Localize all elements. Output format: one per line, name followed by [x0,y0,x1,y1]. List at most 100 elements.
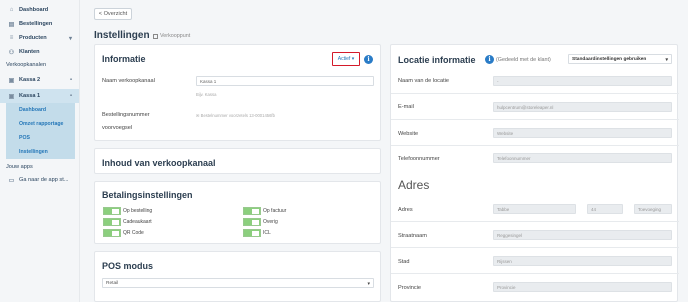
order-prefix-label-1: Bestellingsnummer [102,112,150,118]
website-field[interactable]: Website [493,128,672,138]
main-content: < Overzicht Instellingen Verkooppunt Inf… [80,0,688,302]
sidebar-item-kassa1[interactable]: ▣ Kassa 1 ▪ [0,89,79,103]
lock-icon: ▪ [69,77,72,83]
streetname-input[interactable]: Reggesingel [493,230,672,240]
toggle-label: Overig [263,219,278,225]
users-icon: ⚇ [8,49,15,56]
sidebar-item-label: Producten [19,35,47,41]
toggle-op-bestelling[interactable]: Op bestelling [103,207,152,215]
page-subtitle-text: Verkooppunt [160,33,191,39]
toggle-qr-code[interactable]: QR Code [103,229,144,237]
register-icon: ▣ [8,77,15,84]
inhoud-title: Inhoud van verkoopkanaal [102,158,216,168]
provincie-label: Provincie [398,285,422,291]
status-dropdown[interactable]: Actief ▾ [332,52,360,66]
sidebar-item-label: Ga naar de app st... [19,177,69,183]
locatie-settings-select[interactable]: Standaardinstellingen gebruiken ▾ [568,54,672,64]
toggle-cadeaukaart[interactable]: Cadeaukaart [103,218,152,226]
pos-mode-value: Retail [106,280,119,286]
city-input[interactable]: Rijssen [493,256,672,266]
sidebar-item-bestellingen[interactable]: ▤ Bestellingen [0,17,79,31]
toggle-overig[interactable]: Overig [243,218,278,226]
sidebar-item-label: Klanten [19,49,40,55]
field-label: Telefoonnummer [398,156,440,162]
sidebar-item-dashboard[interactable]: ⌂ Dashboard [0,3,79,17]
checkbox-icon [153,33,158,39]
toggle-switch[interactable] [243,207,261,215]
email-field[interactable]: hulpcentrum@storeleaper.nl [493,102,672,112]
province-input[interactable]: Provincie [493,282,672,292]
location-name-input[interactable]: - [493,76,672,86]
inhoud-card[interactable]: Inhoud van verkoopkanaal [94,148,381,174]
toggle-label: QR Code [123,230,144,236]
toggle-switch[interactable] [103,229,121,237]
divider [391,93,679,94]
name-hint: Bijv. Kassa [196,92,217,97]
field-label: Naam van de locatie [398,78,449,84]
toggle-switch[interactable] [243,229,261,237]
back-button[interactable]: < Overzicht [94,8,132,20]
sidebar-section-apps: Jouw apps [6,164,33,170]
pos-card: POS modus Retail ▾ [94,251,381,302]
stad-label: Stad [398,259,410,265]
addition-input[interactable]: Toevoeging [634,204,672,214]
sidebar: ⌂ Dashboard ▤ Bestellingen ≡ Producten ▾ ⚇ Kl… [0,0,80,302]
locatie-title: Locatie informatie [398,55,476,65]
sidebar-item-label: Bestellingen [19,21,53,27]
toggle-label: Op factuur [263,208,287,214]
sidebar-subitem-dashboard[interactable]: Dashboard [6,103,75,117]
divider [391,273,679,274]
folder-icon: ▭ [8,177,15,184]
adres-label: Adres [398,207,413,213]
pos-mode-select[interactable]: Retail ▾ [102,278,374,288]
locatie-settings-value: Standaardinstellingen gebruiken [572,56,647,62]
home-icon: ⌂ [9,7,14,13]
toggle-switch[interactable] [243,218,261,226]
sidebar-item-label: Kassa 2 [19,77,41,83]
divider [391,247,679,248]
toggle-label: Op bestelling [123,208,153,214]
field-label: Website [398,131,419,137]
page-title: Instellingen [94,30,150,41]
sidebar-subitem-pos[interactable]: POS [6,131,75,145]
locatie-card: Locatie informatie i (Gedeeld met de kla… [390,44,679,302]
name-label: Naam verkoopkanaal [102,78,155,84]
betaling-card: Betalingsinstellingen Op bestelling Op f… [94,181,381,244]
informatie-title: Informatie [102,54,146,64]
page-subtitle: Verkooppunt [153,33,190,39]
sidebar-item-label: Dashboard [19,7,49,13]
sidebar-subitem-instellingen[interactable]: Instellingen [6,145,75,159]
straat-label: Straatnaam [398,233,427,239]
sidebar-item-label: Kassa 1 [19,93,41,99]
divider [391,119,679,120]
adres-title: Adres [398,178,430,192]
toggle-op-factuur[interactable]: Op factuur [243,207,286,215]
phone-field[interactable]: Telefoonnummer [493,153,672,163]
lock-icon: ▪ [69,93,72,99]
order-prefix-label-2: voorvoegsel [102,125,133,131]
list-icon: ▤ [8,21,15,28]
toggle-switch[interactable] [103,218,121,226]
sidebar-item-producten[interactable]: ≡ Producten ▾ [0,31,79,45]
betaling-title: Betalingsinstellingen [102,190,193,200]
street-input[interactable]: Tabbe [493,204,576,214]
toggle-label: ICL [263,230,271,236]
sidebar-subitem-omzet[interactable]: Omzet rapportage [6,117,75,131]
tag-icon: ≡ [9,35,14,41]
sidebar-item-klanten[interactable]: ⚇ Klanten [0,45,79,59]
toggle-switch[interactable] [103,207,121,215]
house-number-input[interactable]: 44 [587,204,623,214]
info-icon[interactable]: i [364,55,373,64]
locatie-subtitle: (Gedeeld met de klant) [496,57,551,63]
divider [391,221,679,222]
info-icon[interactable]: i [485,55,494,64]
toggle-icl[interactable]: ICL [243,229,271,237]
name-input[interactable]: Kassa 1 [196,76,374,86]
register-icon: ▣ [8,93,15,100]
divider [391,145,679,146]
pos-title: POS modus [102,261,154,271]
chevron-down-icon: ▾ [68,35,72,42]
sidebar-item-kassa2[interactable]: ▣ Kassa 2 ▪ [0,73,79,87]
chevron-down-icon: ▾ [665,57,668,63]
sidebar-item-app-store[interactable]: ▭ Ga naar de app st... [0,173,79,187]
